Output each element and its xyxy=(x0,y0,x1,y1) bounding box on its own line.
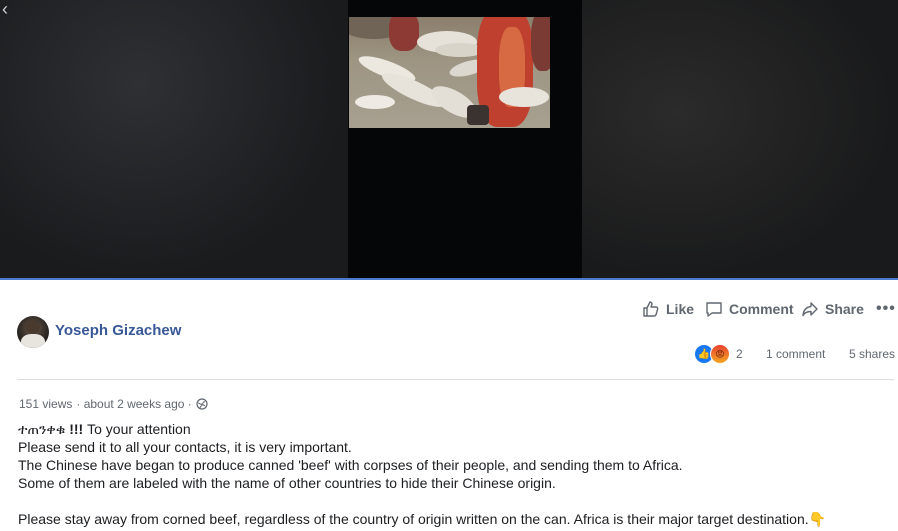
more-options-button[interactable]: ••• xyxy=(876,300,896,318)
post-text-line-5: Please stay away from corned beef, regar… xyxy=(18,510,826,528)
share-button[interactable]: Share xyxy=(801,298,864,320)
post-text-line-1: ተጠንቀቁ !!! To your attention xyxy=(18,420,191,438)
post-timestamp[interactable]: · about 2 weeks ago · xyxy=(76,397,191,411)
divider xyxy=(17,379,894,380)
post-text-line-3: The Chinese have began to produce canned… xyxy=(18,457,683,473)
attention-text: To your attention xyxy=(83,421,191,437)
video-player[interactable]: ‹ xyxy=(0,0,898,280)
shares-count-link[interactable]: 5 shares xyxy=(849,347,895,361)
video-background-left xyxy=(0,0,348,280)
thumbs-up-icon xyxy=(643,301,659,317)
avatar[interactable] xyxy=(17,316,49,348)
post-text-line-5-body: Please stay away from corned beef, regar… xyxy=(18,511,809,527)
comments-count-link[interactable]: 1 comment xyxy=(766,347,825,361)
comment-label: Comment xyxy=(729,301,794,317)
like-button[interactable]: Like xyxy=(642,298,694,320)
post-meta: 151 views · about 2 weeks ago · xyxy=(19,397,208,411)
reactions-summary[interactable]: 👍 😡 2 xyxy=(694,344,743,364)
share-icon xyxy=(802,302,818,317)
post-text-line-4: Some of them are labeled with the name o… xyxy=(18,475,556,491)
globe-icon xyxy=(196,398,208,410)
post-text-line-2: Please send it to all your contacts, it … xyxy=(18,439,352,455)
comment-icon xyxy=(706,302,722,317)
comment-button[interactable]: Comment xyxy=(705,298,794,320)
video-progress-line xyxy=(0,278,898,280)
pointing-down-emoji: 👇 xyxy=(808,511,827,527)
author-name[interactable]: Yoseph Gizachew xyxy=(55,322,181,339)
video-phone-frame xyxy=(348,0,582,280)
like-label: Like xyxy=(666,301,695,317)
exclamation-text: !!! xyxy=(69,421,84,437)
video-background-right xyxy=(582,0,898,280)
views-count: 151 views xyxy=(19,397,73,411)
chevron-left-icon[interactable]: ‹ xyxy=(2,0,8,18)
reactions-count: 2 xyxy=(736,347,743,361)
angry-reaction-icon: 😡 xyxy=(710,344,730,364)
video-frame-image xyxy=(349,17,550,128)
amharic-warning-text: ተጠንቀቁ xyxy=(18,421,66,437)
share-label: Share xyxy=(825,301,864,317)
